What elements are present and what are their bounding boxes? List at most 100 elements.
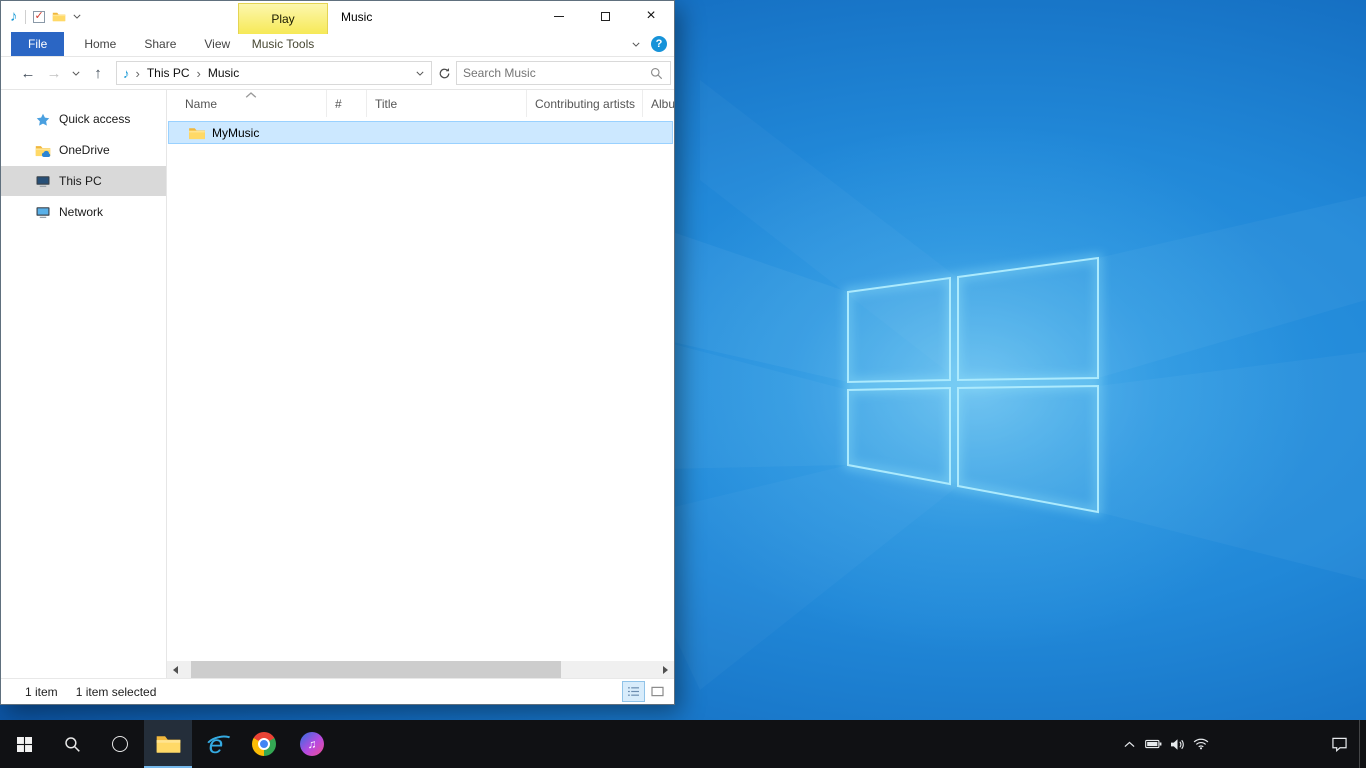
tab-music-tools[interactable]: Music Tools (238, 32, 328, 56)
column-headers: Name # Title Contributing artists Album (167, 90, 674, 117)
scroll-left-arrow[interactable] (167, 661, 184, 678)
breadcrumb-separator: › (136, 66, 140, 81)
new-folder-button[interactable] (52, 11, 66, 22)
taskbar-itunes-button[interactable]: ♫ (288, 720, 336, 768)
scroll-right-arrow[interactable] (657, 661, 674, 678)
explorer-body: Quick access OneDrive This PC Network (1, 90, 674, 678)
windows-logo-icon (17, 737, 32, 752)
contextual-group-play[interactable]: Play (238, 3, 328, 34)
status-bar: 1 item 1 item selected (1, 678, 674, 704)
notification-icon (1331, 737, 1348, 752)
refresh-button[interactable] (434, 67, 454, 80)
onedrive-icon (35, 144, 51, 157)
chevron-down-icon (72, 71, 80, 76)
chevron-down-icon (416, 71, 424, 76)
details-view-icon (627, 686, 640, 697)
search-input[interactable] (463, 66, 650, 80)
volume-button[interactable] (1165, 720, 1189, 768)
sidebar-item-this-pc[interactable]: This PC (1, 166, 166, 196)
details-view-button[interactable] (623, 682, 644, 701)
file-list-pane: Name # Title Contributing artists Album … (166, 90, 674, 678)
music-note-icon: ♪ (10, 9, 18, 24)
taskbar-internet-explorer-button[interactable]: e (192, 720, 240, 768)
up-button[interactable]: ↑ (85, 65, 111, 82)
help-icon[interactable]: ? (651, 36, 667, 52)
maximize-icon (601, 12, 610, 21)
large-icons-view-button[interactable] (647, 682, 668, 701)
search-box[interactable] (456, 61, 671, 85)
navigation-bar: ← → ↑ ♪ › This PC › Music (1, 57, 674, 90)
star-icon (35, 113, 51, 126)
chevron-up-icon (1124, 741, 1135, 748)
minimize-icon (554, 16, 564, 17)
wifi-icon (1193, 738, 1209, 750)
item-count: 1 item (25, 685, 58, 699)
sidebar-label: Quick access (59, 112, 130, 126)
large-icons-view-icon (651, 686, 664, 697)
minimize-button[interactable] (536, 1, 582, 31)
caption-buttons: × (536, 1, 674, 31)
column-header-album[interactable]: Album (643, 90, 674, 117)
action-center-button[interactable] (1319, 720, 1359, 768)
back-button[interactable]: ← (15, 65, 41, 82)
address-bar[interactable]: ♪ › This PC › Music (116, 61, 432, 85)
breadcrumb-music[interactable]: Music (203, 66, 244, 80)
sidebar-label: This PC (59, 174, 102, 188)
system-tray (1117, 720, 1366, 768)
tab-share[interactable]: Share (130, 32, 190, 56)
sort-ascending-icon (245, 92, 257, 98)
address-dropdown-button[interactable] (413, 71, 427, 76)
hidden-icons-button[interactable] (1117, 720, 1141, 768)
breadcrumb-this-pc[interactable]: This PC (142, 66, 195, 80)
breadcrumb-separator: › (197, 66, 201, 81)
column-header-contributing-artists[interactable]: Contributing artists (527, 90, 643, 117)
column-header-title[interactable]: Title (367, 90, 527, 117)
search-icon (64, 736, 81, 753)
expand-ribbon-button[interactable] (632, 42, 640, 47)
sidebar-item-quick-access[interactable]: Quick access (1, 104, 166, 134)
recent-locations-button[interactable] (67, 71, 85, 76)
taskbar-file-explorer-button[interactable] (144, 720, 192, 768)
taskbar-search-button[interactable] (48, 720, 96, 768)
properties-button[interactable] (33, 11, 45, 23)
chevron-down-icon (632, 42, 640, 47)
cortana-icon (112, 736, 128, 752)
battery-button[interactable] (1141, 720, 1165, 768)
forward-button[interactable]: → (41, 65, 67, 82)
search-icon[interactable] (650, 67, 663, 80)
music-folder-icon: ♪ (123, 66, 130, 81)
properties-icon (33, 11, 45, 23)
show-desktop-button[interactable] (1359, 720, 1366, 768)
tab-view[interactable]: View (190, 32, 244, 56)
navigation-pane: Quick access OneDrive This PC Network (1, 90, 166, 678)
maximize-button[interactable] (582, 1, 628, 31)
chevron-down-icon (73, 14, 81, 19)
window-title: Music (341, 10, 372, 24)
horizontal-scrollbar[interactable] (167, 661, 674, 678)
battery-icon (1145, 739, 1162, 749)
sidebar-item-onedrive[interactable]: OneDrive (1, 135, 166, 165)
internet-explorer-icon: e (209, 731, 223, 757)
network-icon (35, 206, 51, 219)
taskbar: e ♫ (0, 720, 1366, 768)
file-list[interactable]: MyMusic (167, 117, 674, 661)
close-button[interactable]: × (628, 1, 674, 31)
itunes-music-icon: ♫ (300, 732, 324, 756)
customize-qat-button[interactable] (73, 14, 81, 19)
scrollbar-thumb[interactable] (191, 661, 561, 678)
selection-count: 1 item selected (76, 685, 157, 699)
file-row-mymusic[interactable]: MyMusic (168, 121, 673, 144)
tab-home[interactable]: Home (70, 32, 130, 56)
tab-file[interactable]: File (11, 32, 64, 56)
chrome-icon (252, 732, 276, 756)
computer-icon (35, 175, 51, 188)
column-header-number[interactable]: # (327, 90, 367, 117)
new-folder-icon (52, 11, 66, 22)
ribbon-controls: ? (632, 32, 667, 56)
sidebar-item-network[interactable]: Network (1, 197, 166, 227)
start-button[interactable] (0, 720, 48, 768)
sidebar-label: OneDrive (59, 143, 110, 157)
cortana-button[interactable] (96, 720, 144, 768)
taskbar-chrome-button[interactable] (240, 720, 288, 768)
network-button[interactable] (1189, 720, 1213, 768)
